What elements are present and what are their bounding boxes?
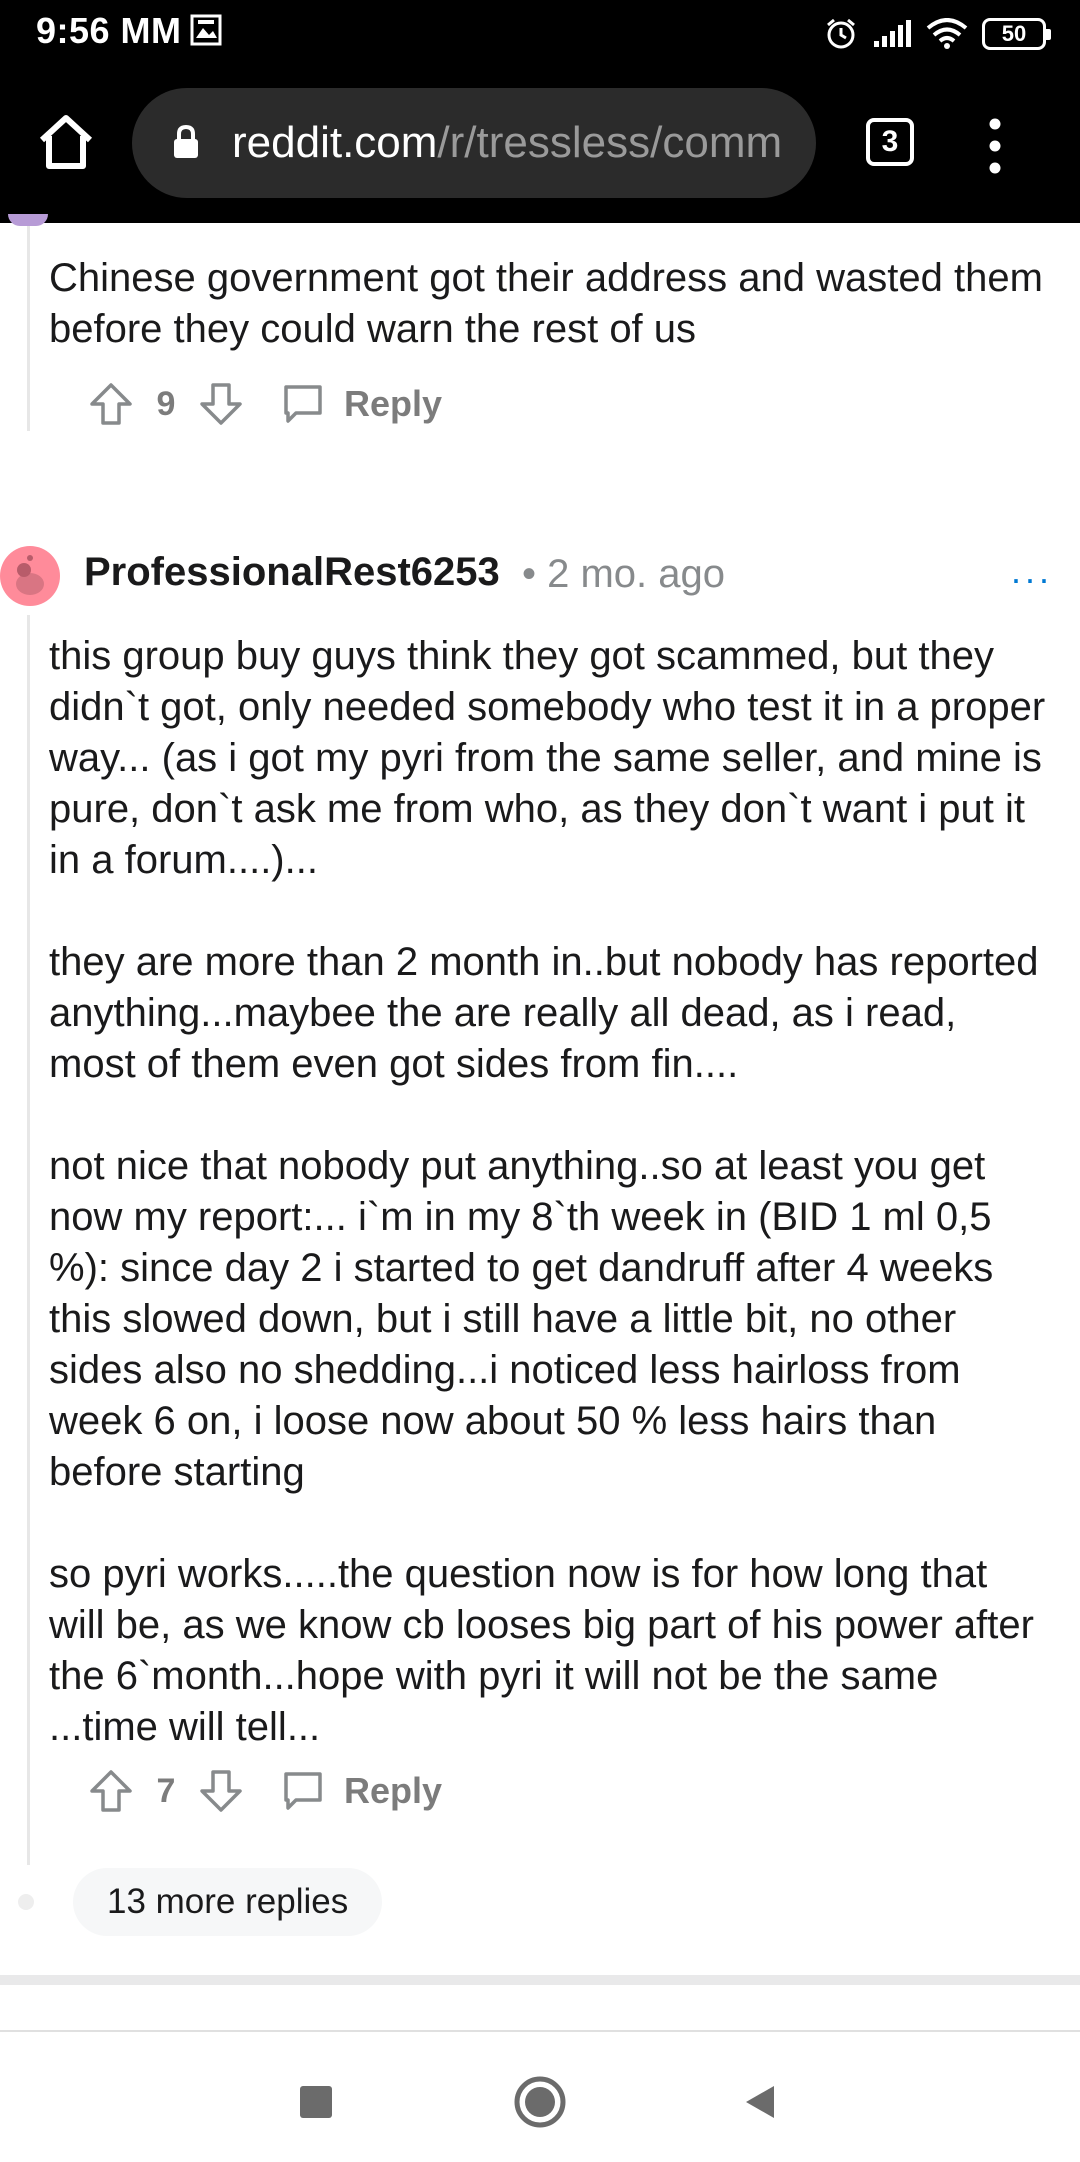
status-time: 9:56 MM xyxy=(36,10,182,51)
reply-label: Reply xyxy=(344,383,443,424)
comment-bubble-icon xyxy=(284,385,322,423)
avatar[interactable] xyxy=(0,546,60,606)
back-triangle-icon xyxy=(746,2086,774,2118)
comment-paragraph: they are more than 2 month in..but nobod… xyxy=(49,940,1039,1086)
username[interactable]: ProfessionalRest6253 xyxy=(84,550,500,595)
comment-bubble-icon xyxy=(284,1772,322,1810)
thread-dot xyxy=(18,1894,34,1910)
status-bar: 9:56 MM 50 xyxy=(0,0,1080,68)
system-nav-bar xyxy=(0,2030,1080,2162)
recents-button[interactable] xyxy=(276,2062,356,2142)
downvote-icon[interactable] xyxy=(198,381,244,427)
reply-button[interactable]: Reply xyxy=(282,383,442,425)
square-icon xyxy=(300,2086,332,2118)
comment-actions: 7 Reply xyxy=(88,1761,442,1821)
more-options-button[interactable]: ··· xyxy=(1010,558,1052,600)
battery-icon: 50 xyxy=(982,18,1051,50)
tab-count: 3 xyxy=(881,125,899,158)
url-path: /r/tressless/comm xyxy=(437,118,783,167)
notification-image-icon xyxy=(190,14,222,46)
circle-home-icon xyxy=(514,2076,566,2128)
vote-group: 9 xyxy=(88,381,244,427)
section-divider xyxy=(0,1975,1080,1985)
reply-button[interactable]: Reply xyxy=(282,1770,442,1812)
thread-line xyxy=(27,223,30,431)
tab-switcher-button[interactable]: 3 xyxy=(866,118,914,166)
comment-meta: • 2 mo. ago xyxy=(522,552,726,596)
reply-label: Reply xyxy=(344,1770,443,1811)
upvote-icon[interactable] xyxy=(88,1768,134,1814)
comment-body: this group buy guys think they got scamm… xyxy=(49,631,1049,1753)
comment-paragraph: so pyri works.....the question now is fo… xyxy=(49,1552,1034,1749)
comment-paragraph: Chinese government got their address and… xyxy=(49,256,1043,351)
home-nav-button[interactable] xyxy=(500,2062,580,2142)
url-text: reddit.com/r/tressless/comm xyxy=(232,118,782,168)
home-icon[interactable] xyxy=(34,110,98,174)
comment-body: Chinese government got their address and… xyxy=(49,253,1049,355)
alarm-icon xyxy=(827,18,855,49)
comment-paragraph: this group buy guys think they got scamm… xyxy=(49,634,1046,882)
avatar-partial xyxy=(8,214,48,226)
downvote-icon[interactable] xyxy=(198,1768,244,1814)
browser-toolbar: reddit.com/r/tressless/comm 3 xyxy=(0,68,1080,223)
back-button[interactable] xyxy=(720,2062,800,2142)
vote-group: 7 xyxy=(88,1768,244,1814)
battery-level: 50 xyxy=(1001,21,1027,46)
snoo-avatar-icon xyxy=(16,555,44,595)
thread-line xyxy=(27,615,30,1865)
url-domain: reddit.com xyxy=(232,118,438,167)
menu-dots-icon[interactable] xyxy=(985,118,1005,174)
lock-icon xyxy=(174,124,198,158)
comment-paragraph: not nice that nobody put anything..so at… xyxy=(49,1144,994,1494)
wifi-icon xyxy=(926,18,968,49)
vote-count: 9 xyxy=(156,384,176,423)
comment-actions: 9 Reply xyxy=(88,374,442,434)
vote-count: 7 xyxy=(156,1771,176,1810)
url-bar[interactable]: reddit.com/r/tressless/comm xyxy=(132,88,816,198)
signal-icon xyxy=(874,20,911,47)
more-replies-button[interactable]: 13 more replies xyxy=(73,1868,383,1936)
upvote-icon[interactable] xyxy=(88,381,134,427)
